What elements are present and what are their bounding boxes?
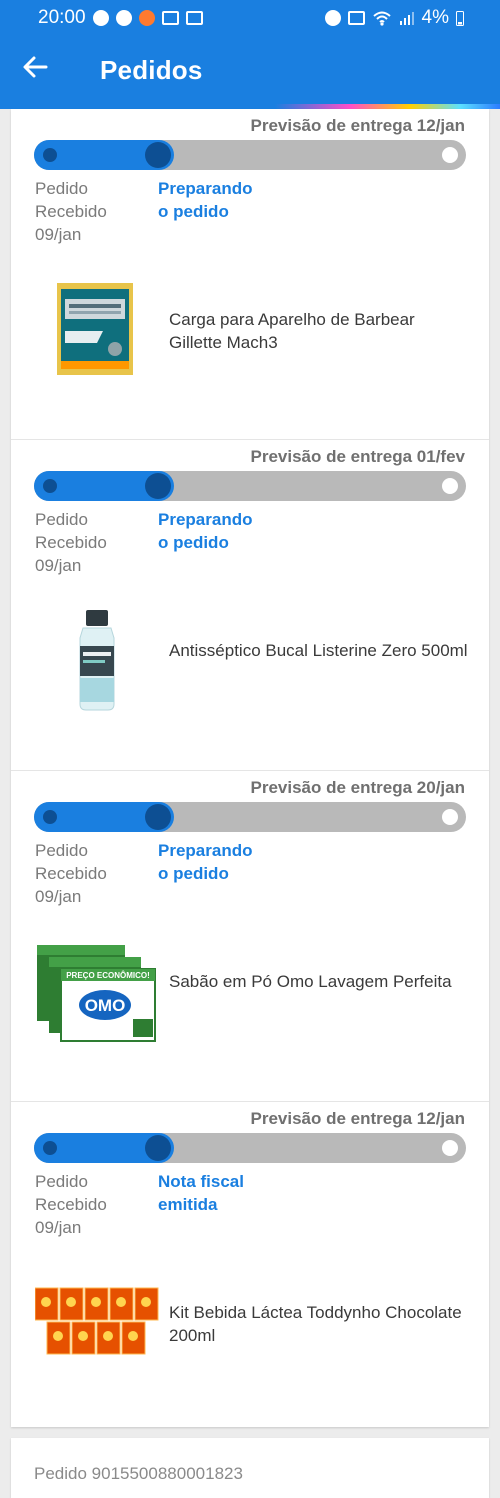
order-progress-bar — [34, 471, 466, 501]
stage-label: o pedido — [158, 533, 229, 552]
page-title: Pedidos — [100, 54, 203, 85]
stage-label: Pedido — [35, 510, 88, 529]
product-name: Kit Bebida Láctea Toddynho Chocolate 200… — [169, 1303, 462, 1345]
clock: 20:00 — [38, 7, 86, 28]
stage-current: Preparando o pedido — [158, 839, 298, 885]
order-progress-bar — [34, 140, 466, 170]
product-image-listerine — [79, 610, 115, 711]
stage-received: Pedido Recebido 09/jan — [35, 839, 145, 908]
delivery-forecast: Previsão de entrega 20/jan — [250, 778, 466, 797]
order-item[interactable]: Previsão de entrega 12/jan Pedido Recebi… — [11, 109, 489, 440]
stage-received: Pedido Recebido 09/jan — [35, 1170, 145, 1239]
app-bar: Pedidos — [0, 36, 500, 104]
stage-current: Preparando o pedido — [158, 177, 298, 223]
product-image-toddynho — [35, 1287, 159, 1355]
stage-label: o pedido — [158, 864, 229, 883]
order-number: Pedido 9015500880001823 — [34, 1464, 243, 1483]
stage-label: Recebido — [35, 202, 107, 221]
arrow-left-icon — [23, 56, 48, 78]
order-progress-bar — [34, 1133, 466, 1163]
product-name: Sabão em Pó Omo Lavagem Perfeita — [169, 972, 452, 991]
stage-date: 09/jan — [35, 887, 82, 906]
order-progress-bar — [34, 802, 466, 832]
product-name: Antisséptico Bucal Listerine Zero 500ml — [169, 641, 468, 660]
progress-step-delivered — [442, 478, 458, 494]
alarm-icon — [324, 10, 341, 26]
screen-icon — [185, 11, 203, 25]
order-item[interactable]: Previsão de entrega 20/jan Pedido Recebi… — [11, 771, 489, 1102]
progress-step-current — [145, 1135, 171, 1161]
stage-date: 09/jan — [35, 1218, 82, 1237]
stage-current: Preparando o pedido — [158, 508, 298, 554]
orders-card: Previsão de entrega 12/jan Pedido Recebi… — [11, 109, 489, 1427]
stage-label: Pedido — [35, 841, 88, 860]
progress-step-current — [145, 142, 171, 168]
stage-label: Preparando — [158, 179, 253, 198]
stage-received: Pedido Recebido 09/jan — [35, 177, 145, 246]
stage-received: Pedido Recebido 09/jan — [35, 508, 145, 577]
stage-date: 09/jan — [35, 556, 82, 575]
battery-percent: 4% — [421, 7, 449, 28]
progress-step-current — [145, 804, 171, 830]
image-icon — [161, 11, 179, 25]
product-image-omo: PREÇO ECONÔMICO! OMO — [37, 945, 156, 1042]
order-card-next[interactable]: Pedido 9015500880001823 — [11, 1438, 489, 1498]
stage-label: Pedido — [35, 1172, 88, 1191]
progress-step-received — [43, 479, 57, 493]
stage-label: Recebido — [35, 1195, 107, 1214]
shield-icon — [115, 10, 132, 26]
product-image-gillette — [57, 283, 133, 375]
progress-step-received — [43, 810, 57, 824]
order-item[interactable]: Previsão de entrega 12/jan Pedido Recebi… — [11, 1102, 489, 1432]
progress-step-delivered — [442, 147, 458, 163]
stage-label: Recebido — [35, 864, 107, 883]
stage-label: o pedido — [158, 202, 229, 221]
back-button[interactable] — [22, 55, 70, 85]
notification-icon — [92, 10, 109, 26]
delivery-forecast: Previsão de entrega 12/jan — [250, 1109, 466, 1128]
progress-step-received — [43, 148, 57, 162]
progress-step-delivered — [442, 809, 458, 825]
delivery-forecast: Previsão de entrega 12/jan — [250, 116, 466, 135]
stage-current: Nota fiscal emitida — [158, 1170, 298, 1216]
stage-date: 09/jan — [35, 225, 82, 244]
stage-label: Pedido — [35, 179, 88, 198]
status-bar: 20:00 4% — [0, 0, 500, 36]
order-item[interactable]: Previsão de entrega 01/fev Pedido Recebi… — [11, 440, 489, 771]
promo-label: PREÇO ECONÔMICO! — [66, 971, 150, 980]
progress-step-current — [145, 473, 171, 499]
app-notification-icon — [138, 10, 155, 26]
stage-label: Preparando — [158, 510, 253, 529]
stage-label: emitida — [158, 1195, 218, 1214]
lock-icon — [347, 11, 365, 25]
signal-icon — [399, 12, 414, 25]
progress-step-received — [43, 1141, 57, 1155]
stage-label: Nota fiscal — [158, 1172, 244, 1191]
delivery-forecast: Previsão de entrega 01/fev — [250, 447, 465, 466]
stage-label: Preparando — [158, 841, 253, 860]
progress-step-delivered — [442, 1140, 458, 1156]
product-name: Carga para Aparelho de Barbear Gillette … — [169, 310, 415, 352]
stage-label: Recebido — [35, 533, 107, 552]
svg-text:OMO: OMO — [85, 996, 126, 1015]
wifi-icon — [372, 11, 391, 26]
battery-icon — [456, 11, 464, 26]
